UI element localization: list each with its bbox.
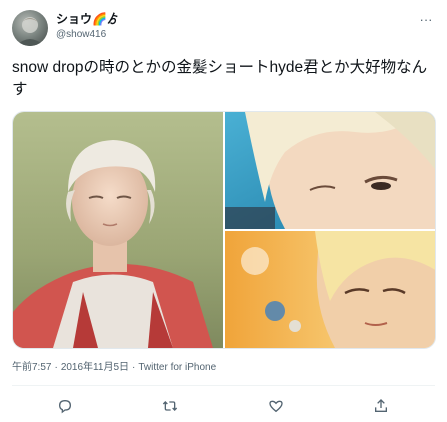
tweet-date[interactable]: 2016年11月5日 (61, 362, 129, 373)
tweet-text: snow dropの時のとかの金髪ショートhyde君とか大好物なんす (12, 59, 428, 98)
divider (12, 385, 435, 386)
media-grid (12, 111, 436, 349)
photo-blond-short-hair-pink-jacket[interactable] (13, 112, 223, 348)
photo-blond-closeup-blue-background[interactable] (225, 112, 435, 229)
more-options-icon[interactable]: ··· (417, 13, 435, 26)
reply-icon[interactable] (55, 396, 75, 416)
display-name[interactable]: ショウ🌈ゟ (56, 12, 119, 26)
photo-blond-portrait-orange-background[interactable] (225, 231, 435, 348)
share-icon[interactable] (371, 396, 391, 416)
meta-separator: · (132, 362, 136, 373)
user-handle[interactable]: @show416 (56, 29, 106, 41)
tweet-meta: 午前7:57 · 2016年11月5日 · Twitter for iPhone (12, 362, 216, 374)
meta-separator: · (54, 362, 58, 373)
user-avatar[interactable] (12, 10, 48, 46)
tweet-source[interactable]: Twitter for iPhone (138, 362, 216, 373)
like-icon[interactable] (266, 396, 286, 416)
retweet-icon[interactable] (160, 396, 180, 416)
tweet-actions (0, 396, 447, 416)
tweet-time[interactable]: 午前7:57 (12, 362, 51, 373)
